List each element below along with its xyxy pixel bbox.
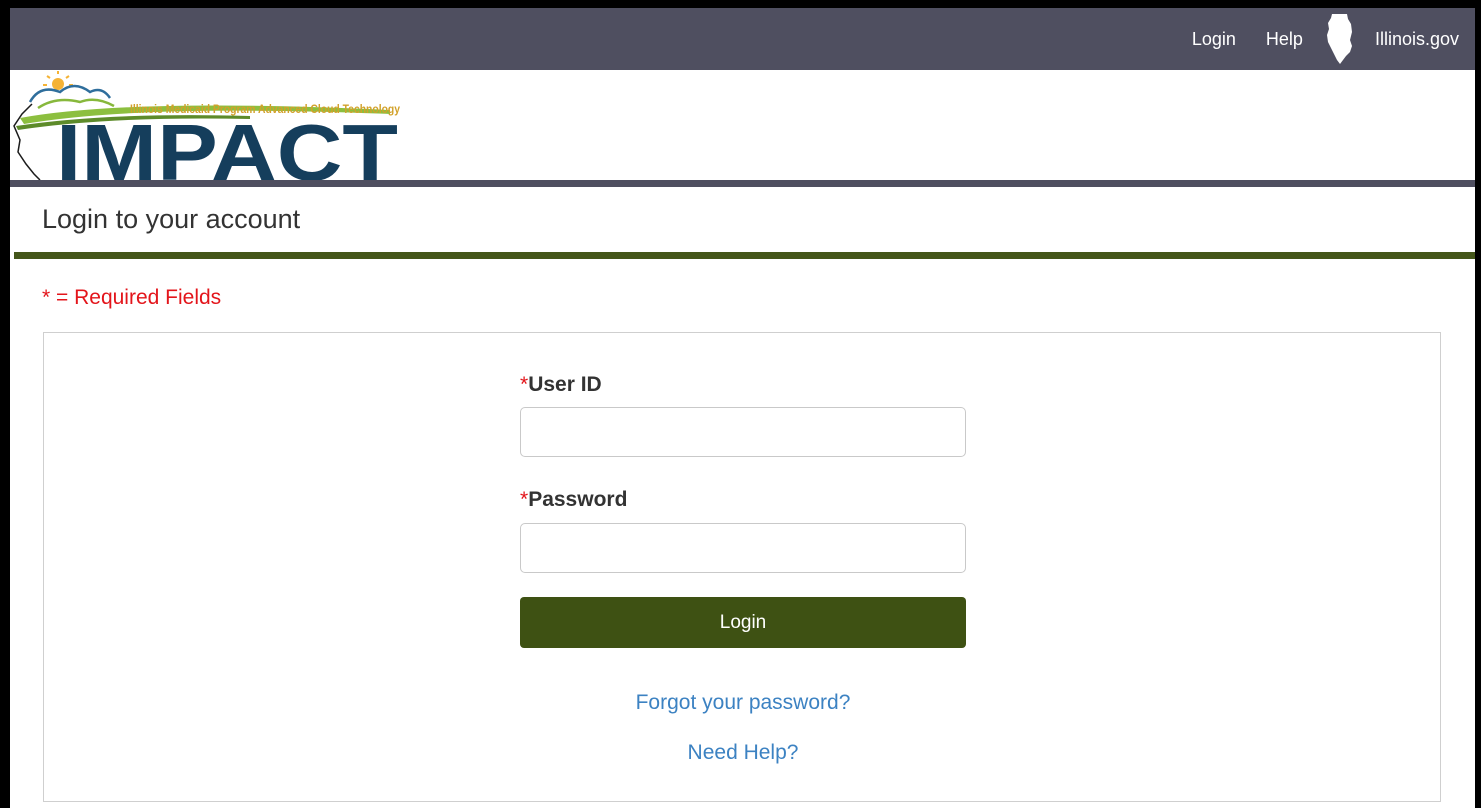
page-frame: Login Help Illinois.gov Illinois Medicai… [10,8,1475,808]
site-header: Illinois Medicaid Program Advanced Cloud… [10,70,1475,180]
page-title: Login to your account [42,204,301,234]
login-panel: *User ID *Password Login Forgot your pas… [43,332,1441,802]
user-id-label: *User ID [520,373,602,397]
password-label: *Password [520,488,627,512]
illinois-state-icon [1325,13,1355,65]
login-button[interactable]: Login [520,597,966,648]
user-id-input[interactable] [520,407,966,457]
impact-logo[interactable]: Illinois Medicaid Program Advanced Cloud… [10,70,410,180]
logo-wordmark: IMPACT [56,108,398,180]
password-label-text: Password [528,488,628,511]
password-input[interactable] [520,523,966,573]
need-help-link[interactable]: Need Help? [520,741,966,765]
nav-login-link[interactable]: Login [1192,29,1236,50]
required-asterisk: * [520,488,529,511]
illinois-gov-link[interactable]: Illinois.gov [1375,29,1459,50]
required-fields-note: * = Required Fields [42,286,222,309]
nav-help-link[interactable]: Help [1266,29,1303,50]
top-navigation-bar: Login Help Illinois.gov [10,8,1475,70]
title-divider [14,252,1475,259]
forgot-password-link[interactable]: Forgot your password? [520,691,966,715]
required-asterisk: * [520,373,529,396]
user-id-label-text: User ID [528,373,602,396]
header-divider [10,180,1475,187]
top-nav-links: Login Help Illinois.gov [1192,8,1459,70]
